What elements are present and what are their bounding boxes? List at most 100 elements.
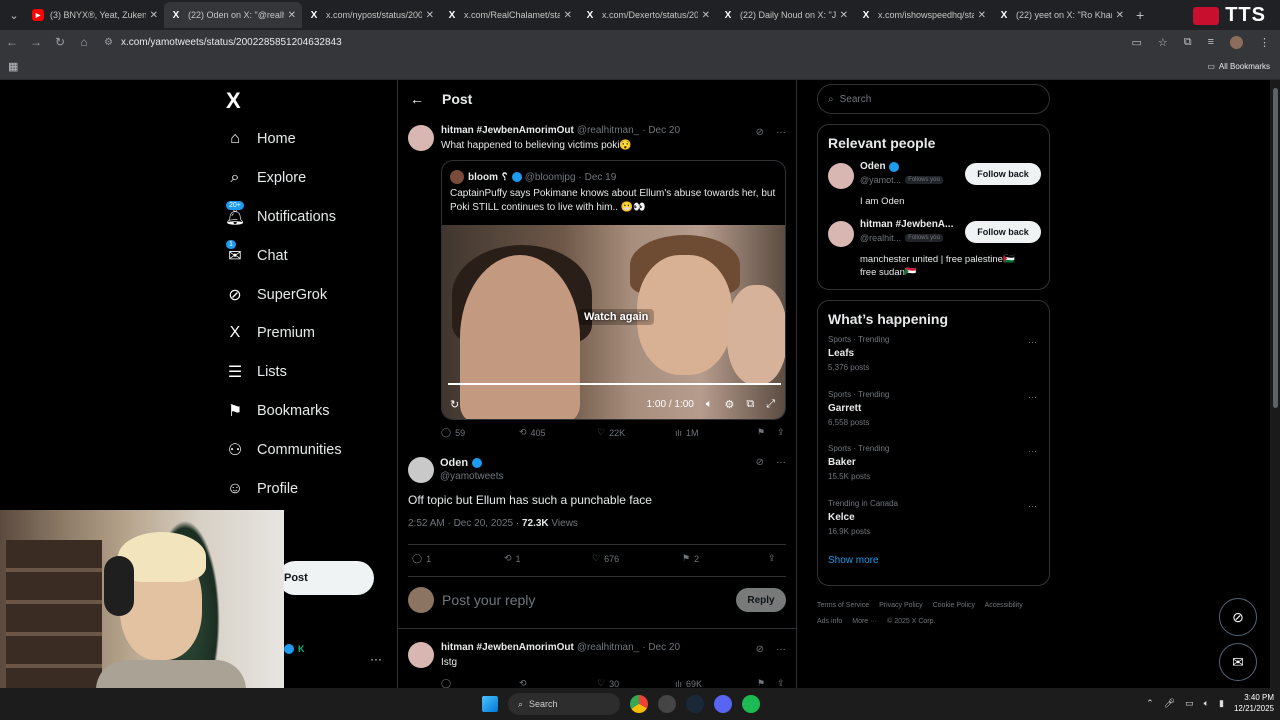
home-browser-icon[interactable]: ⌂ bbox=[72, 35, 96, 49]
browser-tab[interactable]: Xx.com/nypost/status/200 ✕ bbox=[302, 2, 440, 28]
nav-item-profile[interactable]: ☺ Profile bbox=[222, 469, 392, 508]
watch-again-button[interactable]: Watch again bbox=[578, 309, 655, 325]
reply-action[interactable]: ◯ 1 bbox=[412, 553, 504, 564]
extensions-icon[interactable]: ⧉ bbox=[1184, 36, 1192, 49]
grok-fab-icon[interactable]: ⊘ bbox=[1219, 598, 1257, 636]
footer-link[interactable]: Privacy Policy bbox=[879, 602, 923, 609]
url-field[interactable]: ⚙ x.com/yamotweets/status/20022858512046… bbox=[104, 37, 1131, 48]
post-button[interactable]: Post bbox=[278, 561, 374, 595]
avatar[interactable] bbox=[408, 125, 434, 151]
nav-item-notifications[interactable]: 🔔︎ 20+ Notifications bbox=[222, 198, 392, 237]
browser-menu-icon[interactable]: ⋮ bbox=[1259, 36, 1270, 49]
avatar[interactable] bbox=[408, 457, 434, 483]
author-name[interactable]: hitman #JewbenAmorimOut bbox=[441, 125, 574, 136]
taskbar-search[interactable]: ⌕ Search bbox=[508, 693, 620, 715]
like-action[interactable]: ♡ 22K bbox=[597, 427, 675, 438]
more-icon[interactable]: ··· bbox=[1028, 446, 1037, 456]
close-tab-icon[interactable]: ✕ bbox=[426, 10, 434, 21]
bookmark-icon[interactable]: ⚑ bbox=[757, 427, 777, 438]
browser-tab[interactable]: X (22) Daily Noud on X: "Je ✕ bbox=[716, 2, 854, 28]
close-tab-icon[interactable]: ✕ bbox=[564, 10, 572, 21]
all-bookmarks[interactable]: ▭ All Bookmarks bbox=[1207, 62, 1270, 71]
video-player[interactable]: Watch again ↻ 1:00 / 1:00 🔈︎ ⚙ ⧉ ⤢ bbox=[442, 225, 785, 419]
footer-link[interactable]: Terms of Service bbox=[817, 602, 869, 609]
spotify-icon[interactable] bbox=[742, 695, 760, 713]
avatar[interactable] bbox=[828, 163, 854, 189]
messages-fab-icon[interactable]: ✉ bbox=[1219, 643, 1257, 681]
trend-item[interactable]: Sports · Trending Baker 15.5K posts ··· bbox=[828, 444, 1039, 499]
repost-action[interactable]: ⟲ 1 bbox=[504, 553, 592, 564]
close-tab-icon[interactable]: ✕ bbox=[702, 10, 710, 21]
steam-icon[interactable] bbox=[686, 695, 704, 713]
back-icon[interactable]: ← bbox=[0, 35, 24, 49]
tweet-date[interactable]: · Dec 20 bbox=[642, 642, 680, 653]
fullscreen-icon[interactable]: ⤢ bbox=[766, 398, 775, 411]
close-tab-icon[interactable]: ✕ bbox=[1116, 10, 1124, 21]
more-icon[interactable]: ··· bbox=[776, 457, 786, 468]
more-icon[interactable]: ··· bbox=[1028, 337, 1037, 347]
more-icon[interactable]: ··· bbox=[1028, 501, 1037, 511]
tweet-date[interactable]: · Dec 20 bbox=[642, 125, 680, 136]
chrome-icon[interactable] bbox=[630, 695, 648, 713]
app-icon[interactable] bbox=[658, 695, 676, 713]
like-action[interactable]: ♡ 676 bbox=[592, 553, 682, 564]
battery-icon[interactable]: ▮ bbox=[1219, 698, 1224, 709]
repost-action[interactable]: ⟲ 405 bbox=[519, 427, 597, 438]
trend-item[interactable]: Sports · Trending Leafs 5,376 posts ··· bbox=[828, 335, 1039, 390]
close-tab-icon[interactable]: ✕ bbox=[150, 10, 158, 21]
reload-icon[interactable]: ↻ bbox=[48, 35, 72, 49]
discord-icon[interactable] bbox=[714, 695, 732, 713]
close-tab-icon[interactable]: ✕ bbox=[288, 10, 296, 21]
browser-tab[interactable]: Xx.com/ishowspeedhq/sta ✕ bbox=[854, 2, 992, 28]
tab-search-chevron-icon[interactable]: ⌄ bbox=[2, 3, 26, 27]
more-icon[interactable]: ··· bbox=[776, 127, 786, 138]
author-name[interactable]: hitman #JewbenAmorimOut bbox=[441, 642, 574, 653]
page-scrollbar[interactable] bbox=[1270, 80, 1280, 688]
footer-link[interactable]: Accessibility bbox=[985, 602, 1023, 609]
bookmark-star-icon[interactable]: ☆ bbox=[1158, 36, 1168, 49]
reply-action[interactable]: ◯ 59 bbox=[441, 427, 519, 438]
more-icon[interactable]: ··· bbox=[1028, 392, 1037, 402]
volume-icon[interactable]: 🔈︎ bbox=[1204, 698, 1209, 709]
reading-list-icon[interactable]: ≡ bbox=[1208, 36, 1214, 48]
views-action[interactable]: ılı 1M bbox=[675, 428, 757, 438]
avatar[interactable] bbox=[828, 221, 854, 247]
browser-tab[interactable]: ▶ (3) BNYX®, Yeat, Zukenee ✕ bbox=[26, 2, 164, 28]
profile-avatar-icon[interactable] bbox=[1230, 35, 1243, 49]
more-icon[interactable]: ··· bbox=[776, 644, 786, 655]
windows-start-icon[interactable] bbox=[482, 696, 498, 712]
footer-link[interactable]: More ··· bbox=[852, 618, 877, 625]
footer-link[interactable]: Ads info bbox=[817, 618, 842, 625]
author-handle[interactable]: @yamotweets bbox=[440, 471, 504, 482]
person-row[interactable]: Oden @yamot... Follows you I am Oden Follow … bbox=[828, 159, 1041, 217]
tweet-timestamp[interactable]: 2:52 AM · Dec 20, 2025 · bbox=[408, 518, 519, 529]
reply-button[interactable]: Reply bbox=[736, 588, 786, 612]
author-row[interactable]: Oden bbox=[440, 457, 483, 469]
forward-icon[interactable]: → bbox=[24, 35, 48, 49]
nav-item-lists[interactable]: ☰ Lists bbox=[222, 353, 392, 392]
network-icon[interactable]: ▭ bbox=[1185, 698, 1194, 709]
footer-link[interactable]: © 2025 X Corp. bbox=[887, 618, 935, 625]
follow-back-button[interactable]: Follow back bbox=[965, 163, 1041, 185]
mic-icon[interactable]: 🎤︎ bbox=[1164, 698, 1175, 709]
chevron-up-icon[interactable]: ⌃ bbox=[1146, 698, 1154, 709]
reply-input[interactable]: Post your reply bbox=[442, 592, 535, 608]
browser-tab[interactable]: Xx.com/Dexerto/status/20 ✕ bbox=[578, 2, 716, 28]
grok-icon[interactable]: ⊘ bbox=[756, 457, 764, 468]
quote-tweet[interactable]: bloom ␦ @bloomjpg · Dec 19 CaptainPuffy … bbox=[441, 160, 786, 420]
scroll-thumb[interactable] bbox=[1273, 88, 1278, 408]
show-more-link[interactable]: Show more bbox=[828, 555, 1039, 566]
follow-back-button[interactable]: Follow back bbox=[965, 221, 1041, 243]
nav-item-premium[interactable]: X Premium bbox=[222, 314, 392, 353]
share-icon[interactable]: ⇪ bbox=[768, 553, 776, 564]
views-action[interactable]: ılı 69K bbox=[675, 679, 757, 689]
site-info-icon[interactable]: ⚙ bbox=[104, 37, 113, 48]
replay-icon[interactable]: ↻ bbox=[450, 398, 459, 411]
nav-item-bookmarks[interactable]: ⚑ Bookmarks bbox=[222, 392, 392, 431]
nav-item-communities[interactable]: ⚇ Communities bbox=[222, 430, 392, 469]
browser-tab[interactable]: X (22) yeet on X: "Ro Khann ✕ bbox=[992, 2, 1130, 28]
trend-item[interactable]: Trending in Canada Kelce 16.9K posts ··· bbox=[828, 499, 1039, 554]
back-arrow-icon[interactable]: ← bbox=[410, 91, 424, 107]
grok-icon[interactable]: ⊘ bbox=[756, 644, 764, 655]
avatar[interactable] bbox=[408, 642, 434, 668]
